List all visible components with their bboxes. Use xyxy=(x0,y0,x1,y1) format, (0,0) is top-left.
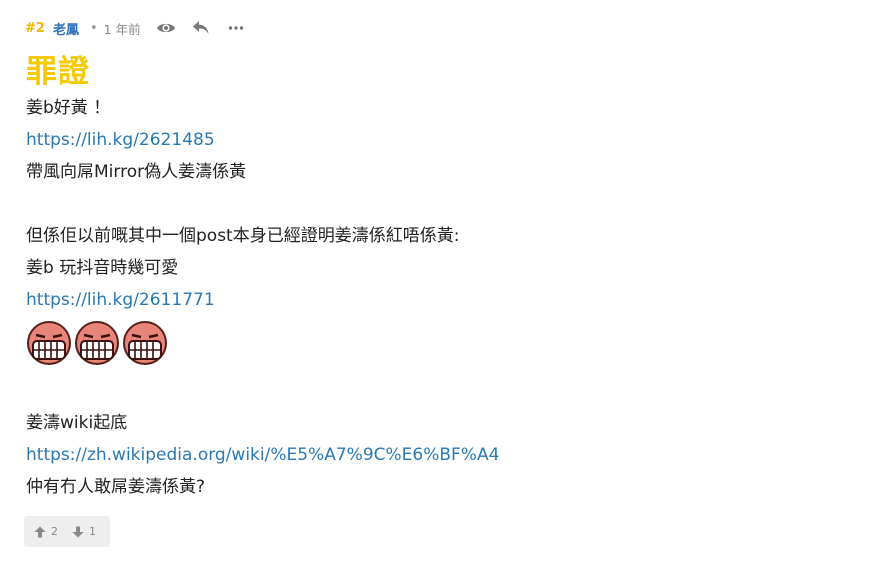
laughing-face-icon xyxy=(27,321,71,365)
content-link[interactable]: https://zh.wikipedia.org/wiki/%E5%A7%9C%… xyxy=(26,439,499,471)
downvote-button[interactable]: 1 xyxy=(72,525,96,538)
content-text-line: 姜b好黃 ！ xyxy=(26,98,111,118)
post-content: 姜b好黃 ！ https://lih.kg/2621485 帶風向屌Mirror… xyxy=(26,92,499,503)
author-name[interactable]: 老鳳 xyxy=(53,19,79,38)
laughing-face-icon xyxy=(123,321,167,365)
content-text-line: 姜b 玩抖音時幾可愛 xyxy=(26,258,179,278)
floor-number[interactable]: #2 xyxy=(25,21,45,36)
vote-bar: 2 1 xyxy=(24,516,110,547)
content-text-line: 仲有冇人敢屌姜濤係黃? xyxy=(26,477,206,497)
upvote-icon xyxy=(34,526,46,537)
downvote-icon xyxy=(72,526,84,537)
content-text-line: 但係佢以前嘅其中一個post本身已經證明姜濤係紅唔係黃: xyxy=(26,226,460,246)
content-text-line: 帶風向屌Mirror偽人姜濤係黃 xyxy=(26,162,247,182)
eye-icon[interactable] xyxy=(155,17,177,39)
reply-icon[interactable] xyxy=(190,17,212,39)
emoji-row xyxy=(26,314,499,372)
post-meta: #2 老鳳 • 1 年前 xyxy=(25,16,247,40)
upvote-button[interactable]: 2 xyxy=(34,525,58,538)
post-time: 1 年前 xyxy=(103,21,141,37)
post-title: 罪證 xyxy=(26,54,90,90)
content-link[interactable]: https://lih.kg/2621485 xyxy=(26,124,499,156)
more-icon[interactable] xyxy=(225,17,247,39)
content-link[interactable]: https://lih.kg/2611771 xyxy=(26,284,499,316)
downvote-count: 1 xyxy=(89,525,96,538)
post: #2 老鳳 • 1 年前 罪證 姜b好黃 ！ https://lih.kg/26… xyxy=(0,0,896,564)
content-text-line: 姜濤wiki起底 xyxy=(26,413,128,433)
upvote-count: 2 xyxy=(51,525,58,538)
separator-dot: • xyxy=(89,20,98,36)
laughing-face-icon xyxy=(75,321,119,365)
